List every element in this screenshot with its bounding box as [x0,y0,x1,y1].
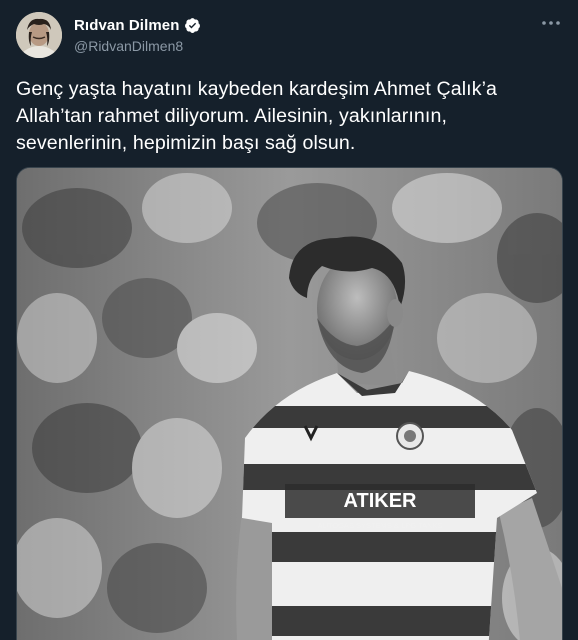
display-name-row: Rıdvan Dilmen [74,15,201,35]
tweet-text: Genç yaşta hayatını kaybeden kardeşim Ah… [16,78,498,154]
tweet-header: Rıdvan Dilmen @RidvanDilmen8 [16,12,562,60]
more-dots-icon[interactable] [540,14,562,32]
avatar[interactable] [16,12,62,58]
display-name[interactable]: Rıdvan Dilmen [74,17,180,34]
verified-badge-icon [184,17,201,34]
tweet-card: Rıdvan Dilmen @RidvanDilmen8 Genç yaşta … [0,0,578,640]
jersey-sponsor-sub: AUTOGAS SYSTEMS & LPG TANKS [317,521,442,530]
jersey-sponsor: ATIKER [344,490,418,512]
author-names: Rıdvan Dilmen @RidvanDilmen8 [74,15,201,54]
tweet-photo[interactable]: ATIKER AUTOGAS SYSTEMS & LPG TANKS [16,167,563,640]
user-handle[interactable]: @RidvanDilmen8 [74,38,201,54]
